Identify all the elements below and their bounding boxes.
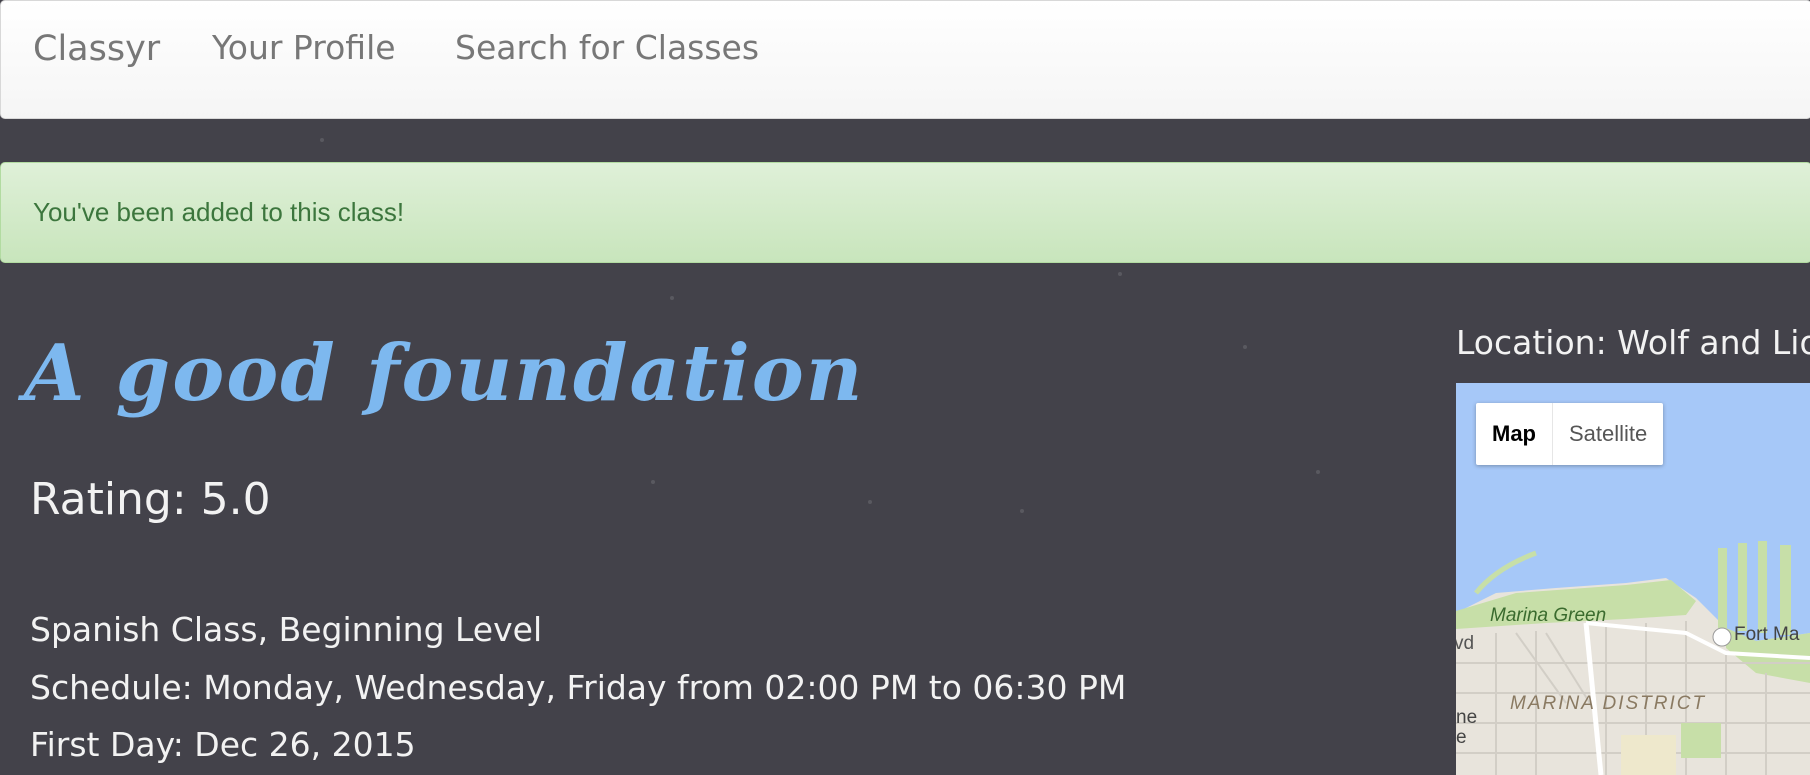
map-small-park bbox=[1621, 735, 1676, 775]
fort-mason-marker-icon bbox=[1712, 627, 1732, 647]
map-type-satellite-button[interactable]: Satellite bbox=[1553, 403, 1663, 465]
map-type-map-button[interactable]: Map bbox=[1476, 403, 1553, 465]
map-breakwater bbox=[1474, 550, 1537, 595]
background-speck bbox=[1243, 345, 1247, 349]
map-label-marina-district: MARINA DISTRICT bbox=[1510, 693, 1707, 714]
class-location: Location: Wolf and Lion bbox=[1456, 323, 1810, 362]
background-speck bbox=[1118, 272, 1122, 276]
map-label-blvd: vd bbox=[1456, 633, 1475, 654]
class-first-day: First Day: Dec 26, 2015 bbox=[30, 725, 416, 764]
map-type-toggle: Map Satellite bbox=[1476, 403, 1664, 465]
map-label-marina-green: Marina Green bbox=[1490, 605, 1607, 626]
map-label-edge-2: e bbox=[1456, 727, 1467, 748]
top-navbar: Classyr Your Profile Search for Classes bbox=[0, 0, 1810, 119]
map-small-park bbox=[1681, 723, 1721, 758]
background-speck bbox=[1316, 470, 1320, 474]
background-speck bbox=[1020, 509, 1024, 513]
map-label-fort-mason: Fort Ma bbox=[1734, 624, 1800, 645]
map-pier bbox=[1718, 548, 1727, 628]
map-pier bbox=[1738, 543, 1747, 631]
class-title: A good foundation bbox=[24, 328, 865, 419]
location-map[interactable]: Map Satellite Marina Green vd Fort Ma MA… bbox=[1456, 383, 1810, 775]
nav-link-search-classes[interactable]: Search for Classes bbox=[455, 28, 759, 67]
background-speck bbox=[651, 480, 655, 484]
map-pier bbox=[1780, 545, 1791, 635]
map-pier bbox=[1758, 541, 1767, 633]
nav-link-your-profile[interactable]: Your Profile bbox=[212, 28, 396, 67]
class-rating: Rating: 5.0 bbox=[30, 474, 271, 525]
brand-link[interactable]: Classyr bbox=[33, 29, 160, 69]
alert-message: You've been added to this class! bbox=[33, 197, 405, 227]
map-label-edge-1: ne bbox=[1456, 707, 1478, 728]
background-speck bbox=[868, 500, 872, 504]
success-alert: You've been added to this class! bbox=[0, 162, 1810, 263]
background-speck bbox=[670, 296, 674, 300]
class-schedule: Schedule: Monday, Wednesday, Friday from… bbox=[30, 668, 1127, 707]
background-speck bbox=[320, 138, 324, 142]
class-description: Spanish Class, Beginning Level bbox=[30, 610, 543, 649]
